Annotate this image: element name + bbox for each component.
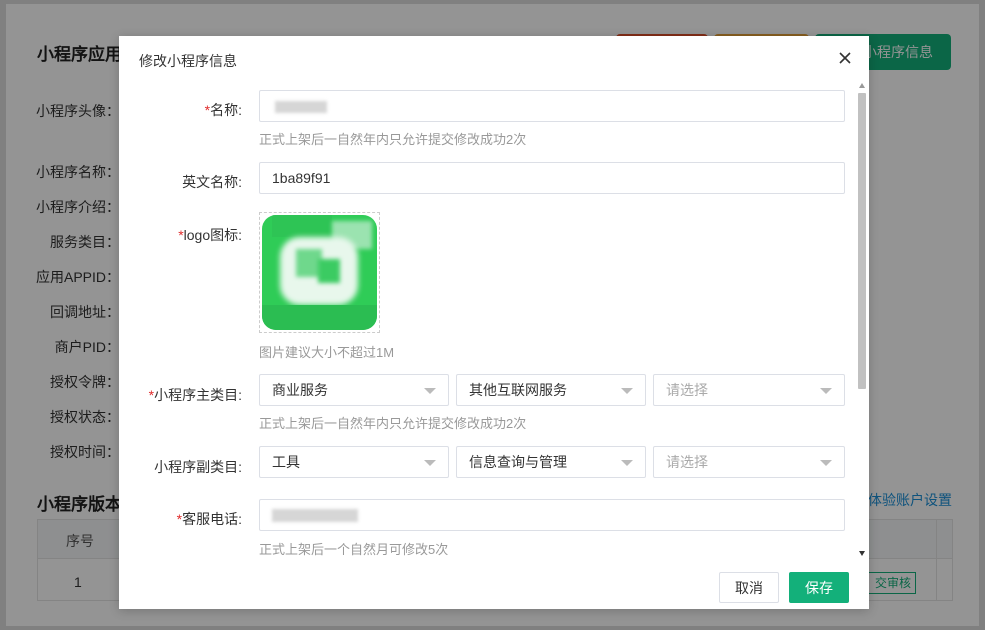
chevron-down-icon [621, 460, 633, 466]
cancel-button[interactable]: 取消 [719, 572, 779, 603]
phone-input[interactable] [259, 499, 845, 531]
redacted-phone [272, 509, 358, 522]
edit-miniprogram-dialog: 修改小程序信息 *名称: 正式上架后一自然年内只允许提交修改成功2次 英文名称:… [119, 36, 869, 609]
sub-category-select-2[interactable]: 信息查询与管理 [456, 446, 646, 478]
chevron-down-icon [621, 388, 633, 394]
close-icon[interactable] [835, 48, 855, 68]
main-category-label: *小程序主类目: [148, 387, 242, 403]
chevron-down-icon [820, 460, 832, 466]
en-name-label: 英文名称: [182, 174, 242, 190]
logo-label: *logo图标: [178, 227, 242, 243]
sub-category-select-1[interactable]: 工具 [259, 446, 449, 478]
phone-hint: 正式上架后一个自然月可修改5次 [259, 542, 449, 557]
logo-image [262, 215, 377, 330]
scroll-up-icon[interactable] [859, 83, 865, 88]
redacted-name [275, 101, 327, 113]
sub-category-select-3[interactable]: 请选择 [653, 446, 845, 478]
chevron-down-icon [424, 388, 436, 394]
main-category-select-2[interactable]: 其他互联网服务 [456, 374, 646, 406]
logo-hint: 图片建议大小不超过1M [259, 345, 395, 360]
save-button[interactable]: 保存 [789, 572, 849, 603]
dialog-title: 修改小程序信息 [139, 53, 237, 69]
dialog-scrollbar[interactable] [856, 81, 868, 559]
scroll-down-icon[interactable] [859, 551, 865, 556]
main-category-select-1[interactable]: 商业服务 [259, 374, 449, 406]
scrollbar-thumb[interactable] [858, 93, 866, 389]
dialog-footer: 取消 保存 [119, 561, 869, 609]
chevron-down-icon [424, 460, 436, 466]
logo-upload[interactable] [259, 212, 380, 333]
main-category-select-3[interactable]: 请选择 [653, 374, 845, 406]
name-input[interactable] [259, 90, 845, 122]
name-label: *名称: [204, 102, 242, 118]
name-hint: 正式上架后一自然年内只允许提交修改成功2次 [259, 132, 527, 147]
phone-label: *客服电话: [176, 511, 242, 527]
main-category-hint: 正式上架后一自然年内只允许提交修改成功2次 [259, 416, 527, 431]
sub-category-label: 小程序副类目: [154, 459, 242, 475]
en-name-input[interactable]: 1ba89f91 [259, 162, 845, 194]
dialog-body: *名称: 正式上架后一自然年内只允许提交修改成功2次 英文名称: 1ba89f9… [119, 81, 869, 561]
chevron-down-icon [820, 388, 832, 394]
